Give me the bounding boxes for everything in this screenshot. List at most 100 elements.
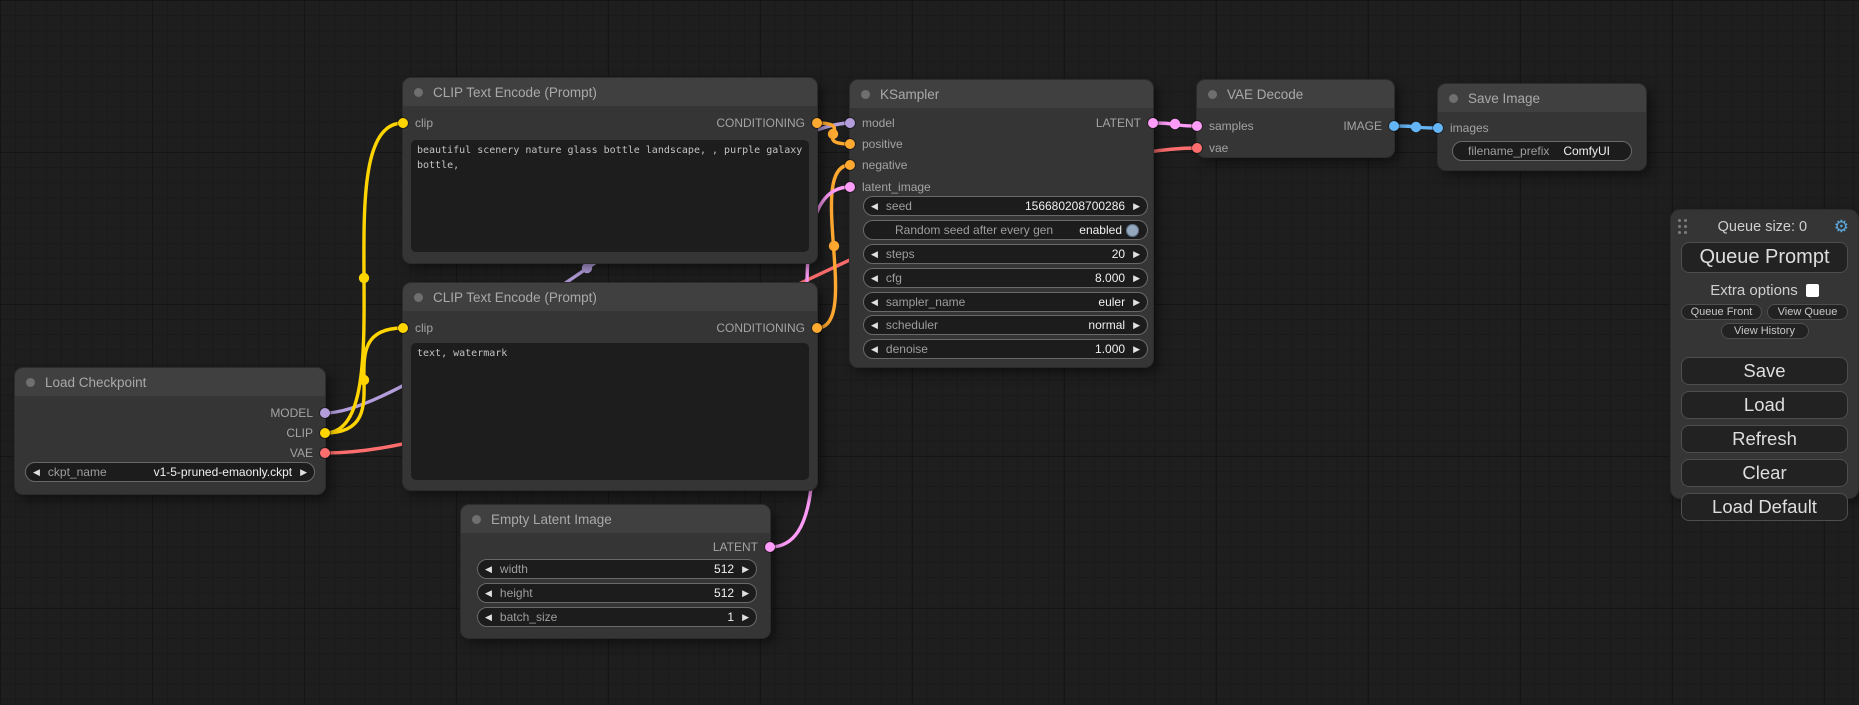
- increment-arrow-icon[interactable]: ▶: [1133, 345, 1140, 354]
- queue-front-button[interactable]: Queue Front: [1681, 304, 1762, 320]
- clear-button[interactable]: Clear: [1681, 459, 1848, 487]
- collapse-dot-icon[interactable]: [1208, 90, 1217, 99]
- decrement-arrow-icon[interactable]: ◀: [871, 345, 878, 354]
- node-titlebar[interactable]: Empty Latent Image: [461, 505, 770, 533]
- port-dot-conditioning[interactable]: [812, 323, 822, 333]
- width-widget[interactable]: ◀ width 512 ▶: [477, 559, 757, 579]
- node-graph-canvas[interactable]: Load Checkpoint MODEL CLIP VAE ◀ ckpt_na…: [0, 0, 1859, 705]
- node-load-checkpoint[interactable]: Load Checkpoint MODEL CLIP VAE ◀ ckpt_na…: [15, 368, 325, 494]
- increment-arrow-icon[interactable]: ▶: [742, 613, 749, 622]
- collapse-dot-icon[interactable]: [414, 88, 423, 97]
- output-port-vae[interactable]: VAE: [290, 448, 330, 458]
- input-port-clip[interactable]: clip: [398, 118, 433, 128]
- output-port-conditioning[interactable]: CONDITIONING: [716, 323, 822, 333]
- port-dot-conditioning[interactable]: [845, 160, 855, 170]
- cfg-widget[interactable]: ◀ cfg 8.000 ▶: [863, 268, 1148, 288]
- port-dot-latent[interactable]: [1192, 121, 1202, 131]
- wire-midpoint-dot-latent[interactable]: [1170, 119, 1180, 129]
- save-button[interactable]: Save: [1681, 357, 1848, 385]
- node-ksampler[interactable]: KSampler model positive negative latent_…: [850, 80, 1153, 367]
- node-empty-latent-image[interactable]: Empty Latent Image LATENT ◀ width 512 ▶ …: [461, 505, 770, 638]
- ckpt-name-widget[interactable]: ◀ ckpt_name v1-5-pruned-emaonly.ckpt ▶: [25, 462, 315, 482]
- node-titlebar[interactable]: Save Image: [1438, 84, 1646, 112]
- node-titlebar[interactable]: CLIP Text Encode (Prompt): [403, 78, 817, 106]
- increment-arrow-icon[interactable]: ▶: [742, 589, 749, 598]
- input-port-positive[interactable]: positive: [845, 139, 903, 149]
- node-titlebar[interactable]: Load Checkpoint: [15, 368, 325, 396]
- random-seed-toggle-widget[interactable]: Random seed after every gen enabled: [863, 220, 1148, 240]
- wire-midpoint-dot-model[interactable]: [582, 263, 592, 273]
- port-dot-vae[interactable]: [1192, 143, 1202, 153]
- height-widget[interactable]: ◀ height 512 ▶: [477, 583, 757, 603]
- port-dot-vae[interactable]: [320, 448, 330, 458]
- increment-arrow-icon[interactable]: ▶: [1133, 321, 1140, 330]
- sampler-name-widget[interactable]: ◀ sampler_name euler ▶: [863, 292, 1148, 312]
- increment-arrow-icon[interactable]: ▶: [742, 565, 749, 574]
- decrement-arrow-icon[interactable]: ◀: [485, 613, 492, 622]
- output-port-image[interactable]: IMAGE: [1343, 121, 1399, 131]
- wire-midpoint-dot-cond1[interactable]: [828, 129, 838, 139]
- node-titlebar[interactable]: KSampler: [850, 80, 1153, 108]
- decrement-arrow-icon[interactable]: ◀: [871, 202, 878, 211]
- decrement-arrow-icon[interactable]: ◀: [871, 274, 878, 283]
- input-port-vae[interactable]: vae: [1192, 143, 1228, 153]
- view-queue-button[interactable]: View Queue: [1767, 304, 1848, 320]
- port-dot-clip[interactable]: [320, 428, 330, 438]
- output-port-latent[interactable]: LATENT: [1096, 118, 1158, 128]
- decrement-arrow-icon[interactable]: ◀: [33, 468, 40, 477]
- port-dot-model[interactable]: [845, 118, 855, 128]
- batch-size-widget[interactable]: ◀ batch_size 1 ▶: [477, 607, 757, 627]
- wire-midpoint-dot-cond2[interactable]: [829, 241, 839, 251]
- input-port-negative[interactable]: negative: [845, 160, 907, 170]
- port-dot-model[interactable]: [320, 408, 330, 418]
- input-port-samples[interactable]: samples: [1192, 121, 1254, 131]
- input-port-latent-image[interactable]: latent_image: [845, 182, 931, 192]
- node-titlebar[interactable]: VAE Decode: [1197, 80, 1394, 108]
- collapse-dot-icon[interactable]: [1449, 94, 1458, 103]
- wire-midpoint-dot-image[interactable]: [1411, 122, 1421, 132]
- port-dot-conditioning[interactable]: [812, 118, 822, 128]
- port-dot-image[interactable]: [1433, 123, 1443, 133]
- collapse-dot-icon[interactable]: [472, 515, 481, 524]
- load-button[interactable]: Load: [1681, 391, 1848, 419]
- scheduler-widget[interactable]: ◀ scheduler normal ▶: [863, 315, 1148, 335]
- refresh-button[interactable]: Refresh: [1681, 425, 1848, 453]
- prompt-textarea[interactable]: beautiful scenery nature glass bottle la…: [411, 140, 809, 252]
- port-dot-latent[interactable]: [845, 182, 855, 192]
- decrement-arrow-icon[interactable]: ◀: [871, 250, 878, 259]
- node-clip-text-encode-negative[interactable]: CLIP Text Encode (Prompt) clip CONDITION…: [403, 283, 817, 490]
- node-vae-decode[interactable]: VAE Decode samples vae IMAGE: [1197, 80, 1394, 157]
- wire-midpoint-dot-clip2[interactable]: [359, 375, 369, 385]
- collapse-dot-icon[interactable]: [414, 293, 423, 302]
- node-save-image[interactable]: Save Image images filename_prefix ComfyU…: [1438, 84, 1646, 170]
- denoise-widget[interactable]: ◀ denoise 1.000 ▶: [863, 339, 1148, 359]
- port-dot-conditioning[interactable]: [845, 139, 855, 149]
- output-port-clip[interactable]: CLIP: [286, 428, 330, 438]
- output-port-model[interactable]: MODEL: [270, 408, 330, 418]
- increment-arrow-icon[interactable]: ▶: [1133, 202, 1140, 211]
- node-titlebar[interactable]: CLIP Text Encode (Prompt): [403, 283, 817, 311]
- collapse-dot-icon[interactable]: [861, 90, 870, 99]
- prompt-textarea[interactable]: text, watermark: [411, 343, 809, 480]
- decrement-arrow-icon[interactable]: ◀: [871, 298, 878, 307]
- increment-arrow-icon[interactable]: ▶: [300, 468, 307, 477]
- port-dot-clip[interactable]: [398, 118, 408, 128]
- port-dot-clip[interactable]: [398, 323, 408, 333]
- seed-widget[interactable]: ◀ seed 156680208700286 ▶: [863, 196, 1148, 216]
- queue-prompt-button[interactable]: Queue Prompt: [1681, 242, 1848, 273]
- settings-gear-icon[interactable]: ⚙: [1834, 218, 1849, 235]
- increment-arrow-icon[interactable]: ▶: [1133, 298, 1140, 307]
- view-history-button[interactable]: View History: [1721, 323, 1809, 339]
- increment-arrow-icon[interactable]: ▶: [1133, 250, 1140, 259]
- decrement-arrow-icon[interactable]: ◀: [485, 589, 492, 598]
- port-dot-image[interactable]: [1389, 121, 1399, 131]
- drag-handle-icon[interactable]: [1678, 219, 1687, 234]
- extra-options-checkbox[interactable]: [1806, 284, 1819, 297]
- collapse-dot-icon[interactable]: [26, 378, 35, 387]
- output-port-latent[interactable]: LATENT: [713, 542, 775, 552]
- decrement-arrow-icon[interactable]: ◀: [485, 565, 492, 574]
- output-port-conditioning[interactable]: CONDITIONING: [716, 118, 822, 128]
- decrement-arrow-icon[interactable]: ◀: [871, 321, 878, 330]
- toggle-circle-icon[interactable]: [1126, 224, 1139, 237]
- load-default-button[interactable]: Load Default: [1681, 493, 1848, 521]
